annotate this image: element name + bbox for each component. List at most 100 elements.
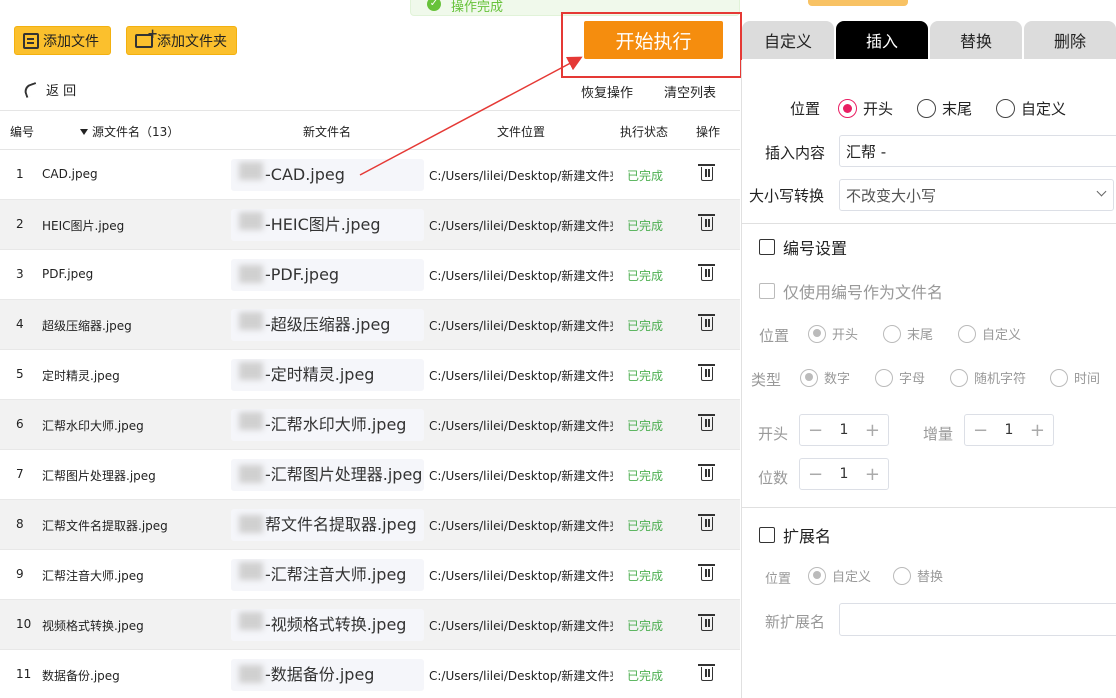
row-number: 4 [16,317,24,331]
radio-type-random[interactable]: 随机字符 [950,368,1026,387]
new-filename-text: 帮文件名提取器.jpeg [265,515,417,534]
trash-icon[interactable] [698,664,715,681]
trash-icon[interactable] [698,314,715,331]
table-row[interactable]: 9 汇帮注音大师.jpeg 汇-汇帮注音大师.jpeg C:/Users/lilei/… [0,550,740,600]
file-path: C:/Users/lilei/Desktop/新建文件夹 [429,369,613,383]
col-num: 编号 [10,125,35,139]
file-path: C:/Users/lilei/Desktop/新建文件夹 [429,269,613,283]
restore-button[interactable]: 恢复操作 [581,82,633,101]
trash-icon[interactable] [698,264,715,281]
table-row[interactable]: 7 汇帮图片处理器.jpeg -汇帮图片处理器.jpeg C:/Users/lilei… [0,450,740,500]
trash-icon[interactable] [698,414,715,431]
trash-icon[interactable] [698,364,715,381]
ext-position-label: 位置 [765,572,792,587]
check-icon: ✓ [427,0,441,11]
table-row[interactable]: 3 PDF.jpeg -PDF.jpeg C:/Users/lilei/Desktop… [0,250,740,300]
source-filename: 定时精灵.jpeg [42,369,120,383]
insert-content-input[interactable]: 汇帮 - [839,135,1116,167]
row-number: 10 [16,617,32,631]
trash-icon[interactable] [698,464,715,481]
settings-panel: 位置 开头 末尾 自定义 插入内容 汇帮 - 大小写转换 不改变大小写 编号设置… [741,60,1116,698]
new-filename: 汇-超级压缩器.jpeg [231,309,424,341]
add-folder-button[interactable]: 添加文件夹 [126,26,237,55]
file-path: C:/Users/lilei/Desktop/新建文件夹 [429,619,613,633]
row-number: 3 [16,267,24,281]
trash-icon[interactable] [698,564,715,581]
undo-icon [22,81,40,98]
tab-custom[interactable]: 自定义 [742,21,834,59]
file-path: C:/Users/lilei/Desktop/新建文件夹 [429,669,613,683]
radio-num-custom[interactable]: 自定义 [958,324,1021,343]
new-filename: 帮-汇帮水印大师.jpeg [231,409,424,441]
case-select[interactable]: 不改变大小写 [839,179,1114,211]
trash-icon[interactable] [698,214,715,231]
table-row[interactable]: 2 HEIC图片.jpeg 汇-HEIC图片.jpeg C:/Users/lilei/… [0,200,740,250]
redacted-prefix [239,465,263,483]
table-row[interactable]: 1 CAD.jpeg 帮-CAD.jpeg C:/Users/lilei/Deskto… [0,150,740,200]
trash-icon[interactable] [698,164,715,181]
plus-icon: + [864,463,880,485]
new-filename: -汇帮图片处理器.jpeg [231,459,424,491]
plus-icon: + [864,419,880,441]
tab-delete[interactable]: 删除 [1024,21,1116,59]
table-row[interactable]: 10 视频格式转换.jpeg 汇-视频格式转换.jpeg C:/Users/lilei… [0,600,740,650]
new-filename: 汇-汇帮注音大师.jpeg [231,559,424,591]
source-filename: 汇帮图片处理器.jpeg [42,469,156,483]
table-row[interactable]: 11 数据备份.jpeg -数据备份.jpeg C:/Users/lilei/Desk… [0,650,740,698]
new-filename: 帮-CAD.jpeg [231,159,424,191]
minus-icon: − [808,463,824,485]
increment-stepper[interactable]: −1 + [964,414,1054,446]
radio-position-start[interactable]: 开头 [838,98,893,119]
radio-position-end[interactable]: 末尾 [917,98,972,119]
minus-icon: − [808,419,824,441]
row-number: 6 [16,417,24,431]
chevron-down-icon [1096,186,1107,197]
clear-list-button[interactable]: 清空列表 [664,82,716,101]
position-label: 位置 [790,100,821,118]
tab-replace[interactable]: 替换 [930,21,1022,59]
new-filename: 帮文件名提取器.jpeg [231,509,424,541]
digits-stepper[interactable]: −1 + [799,458,889,490]
new-filename-text: -PDF.jpeg [265,265,340,284]
file-path: C:/Users/lilei/Desktop/新建文件夹 [429,219,613,233]
radio-position-custom[interactable]: 自定义 [996,98,1066,119]
status-done: 已完成 [627,569,664,583]
status-done: 已完成 [627,519,664,533]
start-stepper[interactable]: −1 + [799,414,889,446]
table-row[interactable]: 8 汇帮文件名提取器.jpeg 帮文件名提取器.jpeg C:/Users/lilei… [0,500,740,550]
file-path: C:/Users/lilei/Desktop/新建文件夹 [429,569,613,583]
radio-ext-replace[interactable]: 替换 [893,566,943,585]
table-row[interactable]: 5 定时精灵.jpeg 汇-定时精灵.jpeg C:/Users/lilei/Desk… [0,350,740,400]
radio-type-time[interactable]: 时间 [1050,368,1100,387]
start-button[interactable]: 开始执行 [584,21,723,59]
source-filename: 超级压缩器.jpeg [42,319,132,333]
ext-checkbox[interactable]: 扩展名 [759,523,831,547]
col-op: 操作 [696,125,721,139]
trash-icon[interactable] [698,614,715,631]
col-status: 执行状态 [620,125,669,139]
add-file-label: 添加文件 [43,33,99,50]
new-filename-text: -数据备份.jpeg [265,665,375,684]
trash-icon[interactable] [698,514,715,531]
top-stub-button[interactable] [808,0,908,6]
radio-ext-custom[interactable]: 自定义 [808,566,871,585]
radio-num-end[interactable]: 末尾 [883,324,933,343]
numbering-checkbox[interactable]: 编号设置 [759,235,847,259]
add-file-button[interactable]: 添加文件 [14,26,111,55]
col-src[interactable]: 源文件名（13） [80,123,179,140]
back-button[interactable]: 返 回 [22,80,76,99]
table-row[interactable]: 4 超级压缩器.jpeg 汇-超级压缩器.jpeg C:/Users/lilei/De… [0,300,740,350]
new-filename: 汇-定时精灵.jpeg [231,359,424,391]
status-done: 已完成 [627,369,664,383]
new-ext-input[interactable] [839,603,1116,636]
status-done: 已完成 [627,419,664,433]
radio-num-start[interactable]: 开头 [808,324,858,343]
radio-type-letter[interactable]: 字母 [875,368,925,387]
radio-type-number[interactable]: 数字 [800,368,850,387]
new-filename-text: -汇帮注音大师.jpeg [265,565,407,584]
table-row[interactable]: 6 汇帮水印大师.jpeg 帮-汇帮水印大师.jpeg C:/Users/lilei/… [0,400,740,450]
new-filename-text: -超级压缩器.jpeg [265,315,391,334]
only-number-checkbox[interactable]: 仅使用编号作为文件名 [759,279,943,303]
tab-insert[interactable]: 插入 [836,21,928,59]
case-label: 大小写转换 [749,187,825,205]
